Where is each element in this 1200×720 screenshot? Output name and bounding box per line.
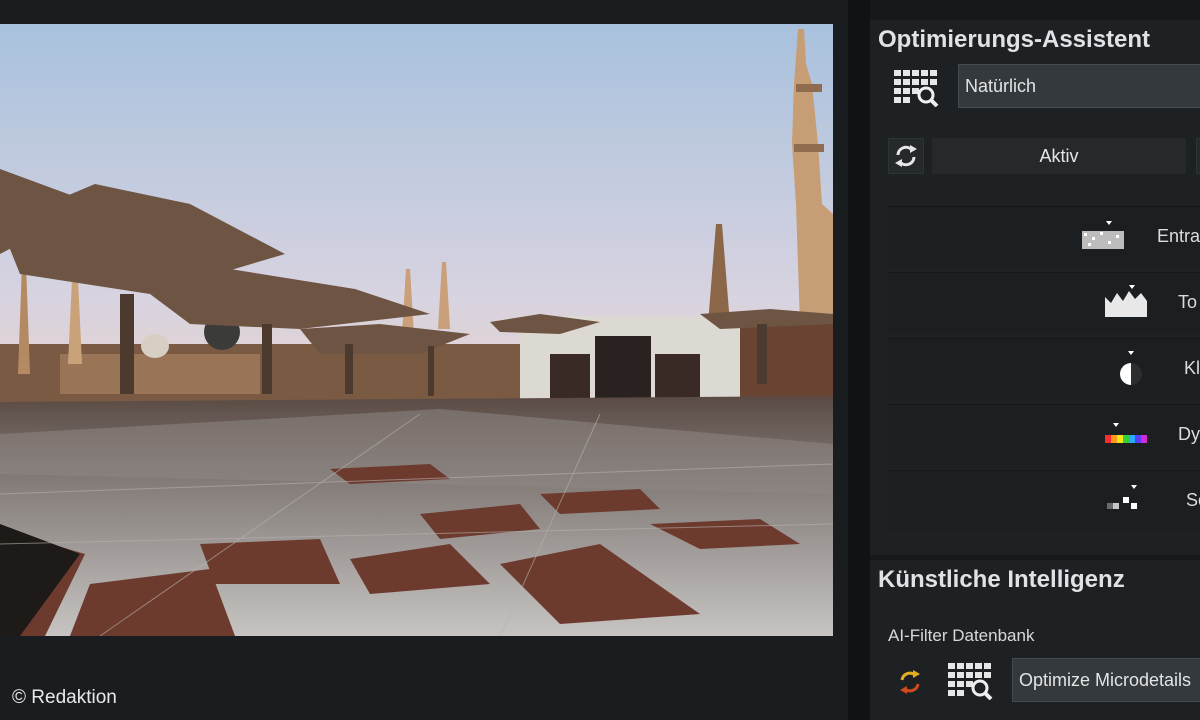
ai-filter-select[interactable]: Optimize Microdetails (1012, 658, 1200, 702)
side-panel: Optimierungs-Assistent Natürlich Aktiv E… (870, 0, 1200, 720)
optimization-assistant-section: Optimierungs-Assistent Natürlich Aktiv E… (870, 20, 1200, 555)
ai-filter-grid-icon[interactable] (944, 658, 996, 702)
refresh-button[interactable] (888, 138, 924, 174)
ai-refresh-button[interactable] (892, 664, 928, 700)
preset-grid-icon[interactable] (890, 64, 942, 110)
adjustment-label: Dy (1178, 424, 1200, 444)
adjustment-row-sharpness[interactable]: Sc (888, 470, 1200, 531)
copyright-credit: © Redaktion (12, 687, 117, 708)
app-window: © Redaktion Optimierungs-Assistent Natür… (0, 0, 1200, 720)
adjustment-label: To (1178, 292, 1198, 312)
active-toggle-button[interactable]: Aktiv (932, 138, 1186, 174)
refresh-icon (895, 145, 917, 167)
ai-section: Künstliche Intelligenz AI-Filter Datenba… (870, 560, 1200, 720)
preset-select[interactable]: Natürlich (958, 64, 1200, 108)
tone-curve-icon (1105, 285, 1147, 317)
adjustment-row-tone[interactable]: To (888, 272, 1200, 333)
color-spectrum-icon (1105, 423, 1147, 443)
options-button[interactable] (1196, 138, 1200, 174)
noise-texture-icon (1082, 221, 1124, 249)
ai-filter-database-label: AI-Filter Datenbank (888, 626, 1035, 645)
adjustment-row-dynamics[interactable]: Dy (888, 404, 1200, 465)
photo-preview[interactable] (0, 24, 833, 636)
adjustment-row-noise[interactable]: Entra (888, 206, 1200, 267)
section-title-optimization: Optimierungs-Assistent (878, 26, 1151, 53)
adjustment-label: Sc (1186, 490, 1200, 510)
adjustment-label: Entra (1157, 226, 1200, 246)
image-canvas: © Redaktion (0, 0, 848, 720)
sharpness-steps-icon (1107, 485, 1137, 509)
refresh-colored-icon (900, 670, 920, 694)
adjustment-row-clarity[interactable]: Kl (888, 338, 1200, 399)
section-title-ai: Künstliche Intelligenz (878, 566, 1125, 593)
panel-divider[interactable] (848, 0, 870, 720)
adjustment-label: Kl (1184, 358, 1200, 378)
contrast-half-circle-icon (1120, 351, 1142, 385)
